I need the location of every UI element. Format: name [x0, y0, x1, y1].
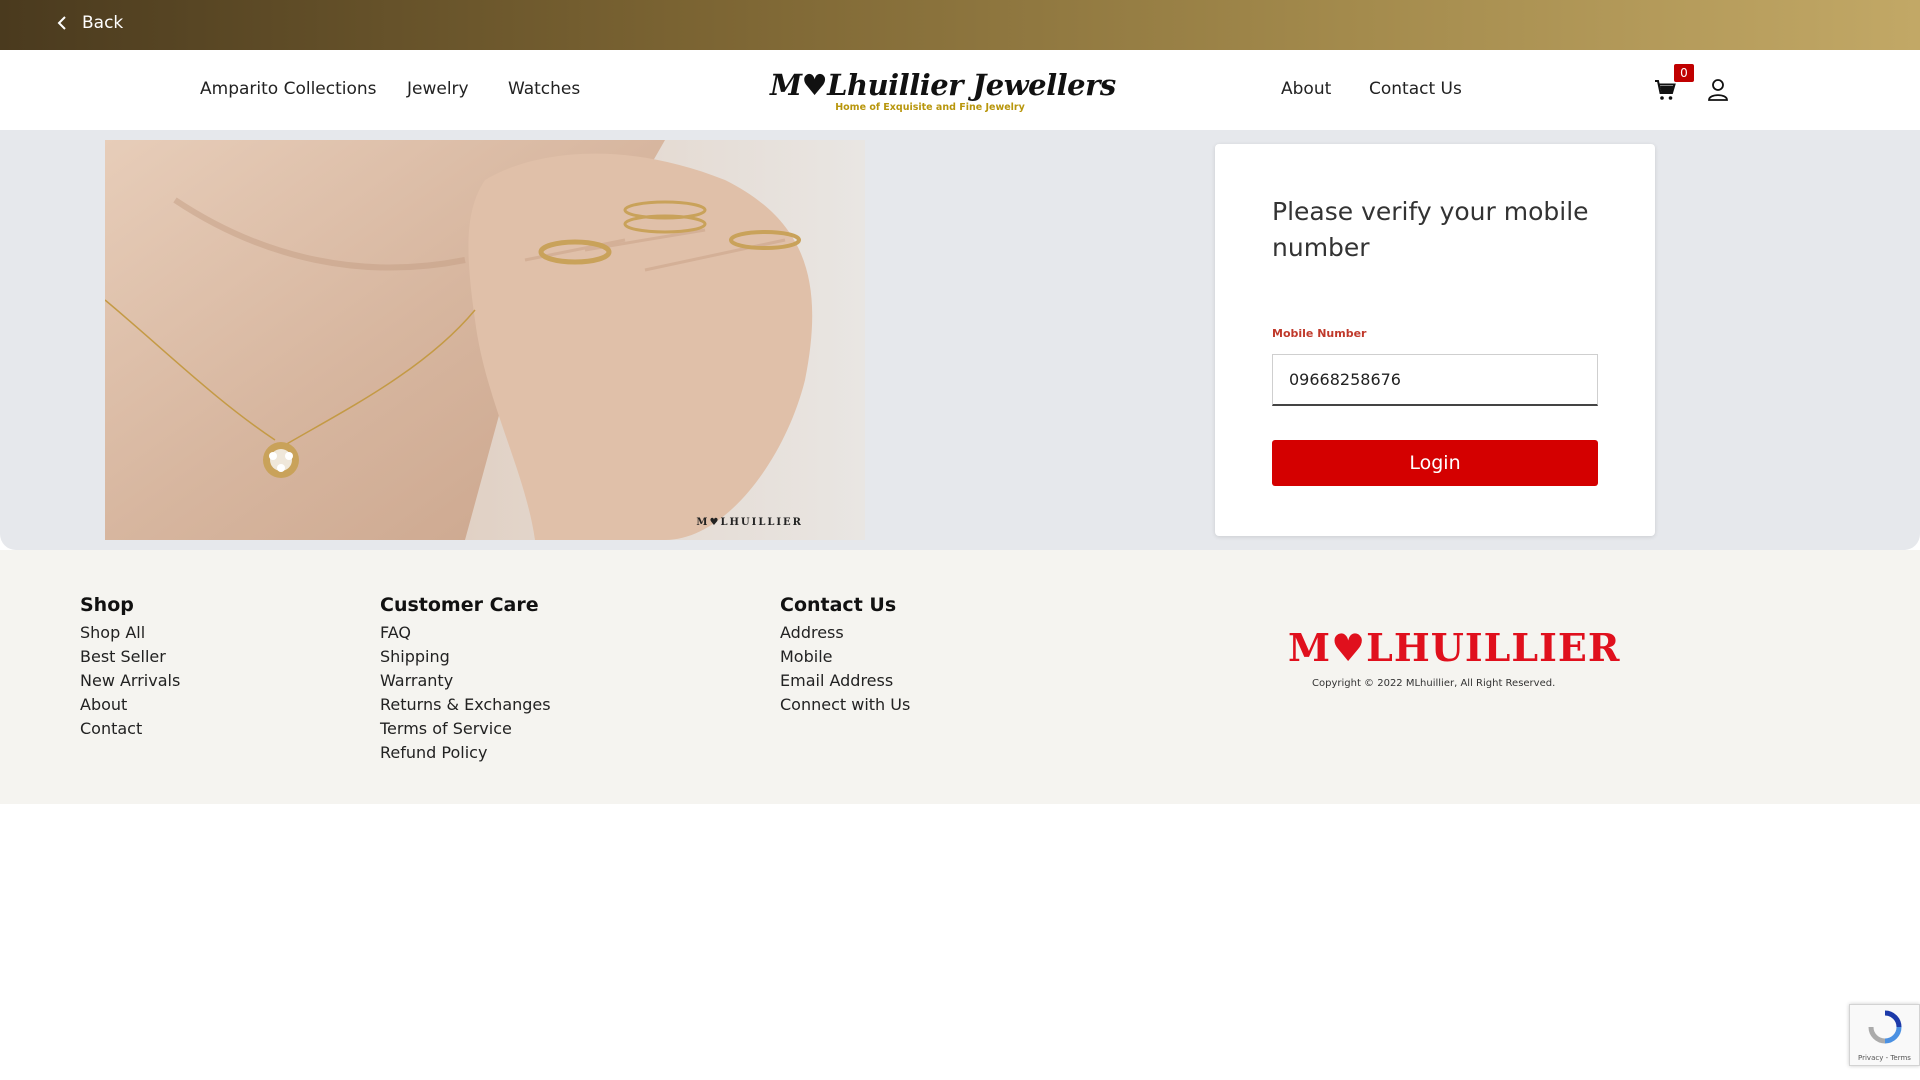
footer-link-shipping[interactable]: Shipping — [380, 645, 551, 669]
hero-brand-mark: M♥LHUILLIER — [696, 517, 803, 528]
footer-link-mobile[interactable]: Mobile — [780, 645, 910, 669]
chevron-left-icon — [57, 16, 66, 30]
site-footer: Shop Shop All Best Seller New Arrivals A… — [0, 550, 1920, 804]
recaptcha-badge[interactable]: Privacy - Terms — [1849, 1004, 1920, 1066]
nav-item-contact-us[interactable]: Contact Us — [1369, 79, 1462, 99]
footer-contact-column: Contact Us Address Mobile Email Address … — [780, 594, 910, 717]
footer-customer-care-column: Customer Care FAQ Shipping Warranty Retu… — [380, 594, 551, 765]
footer-brand-logo: M♥LHUILLIER — [1288, 625, 1621, 670]
footer-link-new-arrivals[interactable]: New Arrivals — [80, 669, 180, 693]
user-account-icon[interactable] — [1707, 78, 1729, 102]
login-card: Please verify your mobile number Mobile … — [1215, 144, 1655, 536]
cart-count-badge: 0 — [1674, 64, 1694, 82]
footer-link-faq[interactable]: FAQ — [380, 621, 551, 645]
footer-link-refund-policy[interactable]: Refund Policy — [380, 741, 551, 765]
footer-shop-heading: Shop — [80, 594, 134, 616]
nav-item-about[interactable]: About — [1281, 79, 1331, 99]
hero-image: M♥LHUILLIER — [105, 140, 865, 540]
logo-tagline: Home of Exquisite and Fine Jewelry — [835, 102, 1025, 113]
nav-item-amparito-collections[interactable]: Amparito Collections — [200, 79, 377, 99]
footer-care-heading: Customer Care — [380, 594, 539, 616]
footer-contact-heading: Contact Us — [780, 594, 897, 616]
footer-link-connect-with-us[interactable]: Connect with Us — [780, 693, 910, 717]
recaptcha-links[interactable]: Privacy - Terms — [1858, 1054, 1911, 1062]
footer-link-contact[interactable]: Contact — [80, 717, 180, 741]
login-button[interactable]: Login — [1272, 440, 1598, 486]
footer-link-about[interactable]: About — [80, 693, 180, 717]
recaptcha-icon — [1868, 1010, 1902, 1044]
footer-link-returns-exchanges[interactable]: Returns & Exchanges — [380, 693, 551, 717]
mobile-number-input[interactable] — [1272, 354, 1598, 406]
nav-item-jewelry[interactable]: Jewelry — [407, 79, 469, 99]
footer-link-terms-of-service[interactable]: Terms of Service — [380, 717, 551, 741]
back-label: Back — [82, 13, 124, 33]
back-button[interactable]: Back — [56, 13, 123, 33]
jewelry-model-illustration — [105, 140, 865, 540]
footer-link-address[interactable]: Address — [780, 621, 910, 645]
mobile-number-label: Mobile Number — [1272, 327, 1367, 340]
site-logo[interactable]: M♥Lhuillier Jewellers Home of Exquisite … — [770, 68, 1116, 120]
footer-shop-column: Shop Shop All Best Seller New Arrivals A… — [80, 594, 180, 741]
cart-icon[interactable] — [1653, 78, 1677, 102]
top-bar: Back — [0, 0, 1920, 50]
footer-link-shop-all[interactable]: Shop All — [80, 621, 180, 645]
nav-item-watches[interactable]: Watches — [508, 79, 580, 99]
footer-copyright: Copyright © 2022 MLhuillier, All Right R… — [1312, 678, 1556, 689]
footer-link-best-seller[interactable]: Best Seller — [80, 645, 180, 669]
footer-link-warranty[interactable]: Warranty — [380, 669, 551, 693]
login-card-title: Please verify your mobile number — [1272, 197, 1589, 262]
logo-wordmark: M♥Lhuillier Jewellers — [770, 68, 1116, 102]
footer-link-email-address[interactable]: Email Address — [780, 669, 910, 693]
site-header: Amparito Collections Jewelry Watches M♥L… — [0, 50, 1920, 130]
